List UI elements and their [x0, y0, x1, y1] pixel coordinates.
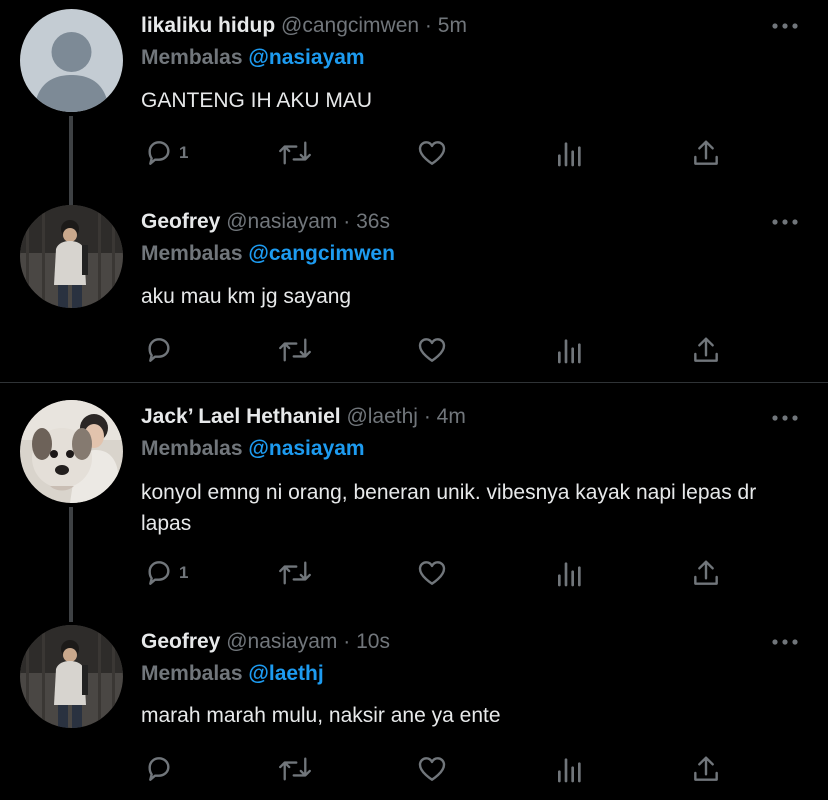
like-button[interactable]	[416, 334, 448, 366]
analytics-icon	[558, 758, 581, 783]
display-name[interactable]: Geofrey	[141, 210, 220, 233]
analytics-icon	[558, 142, 581, 167]
display-name[interactable]: Geofrey	[141, 630, 220, 653]
separator: ·	[423, 405, 431, 428]
share-button[interactable]	[690, 557, 722, 589]
heart-icon	[418, 757, 446, 781]
tweet-header: Geofrey @nasiayam · 36s	[141, 207, 390, 237]
separator: ·	[343, 630, 351, 653]
reply-count: 1	[179, 143, 189, 162]
replying-to: Membalas @nasiayam	[141, 434, 365, 464]
timestamp[interactable]: 10s	[356, 630, 390, 653]
tweet[interactable]: Jack’ Lael Hethaniel @laethj · 4m Membal…	[0, 383, 828, 620]
like-button[interactable]	[416, 557, 448, 589]
analytics-button[interactable]	[554, 557, 586, 589]
share-icon	[694, 560, 718, 585]
like-button[interactable]	[416, 753, 448, 785]
handle[interactable]: @cangcimwen	[281, 14, 419, 37]
reply-button[interactable]: 1	[143, 557, 188, 589]
tweet[interactable]: Geofrey @nasiayam · 36s Membalas @cangci…	[0, 200, 828, 382]
heart-icon	[418, 561, 446, 585]
display-name[interactable]: Jack’ Lael Hethaniel	[141, 405, 341, 428]
display-name[interactable]: likaliku hidup	[141, 14, 275, 37]
analytics-icon	[558, 339, 581, 364]
share-button[interactable]	[690, 753, 722, 785]
replying-to: Membalas @laethj	[141, 659, 324, 689]
reply-button[interactable]	[143, 753, 179, 785]
tweet-header: likaliku hidup @cangcimwen · 5m	[141, 11, 467, 41]
reply-mention[interactable]: @nasiayam	[248, 437, 364, 460]
separator: ·	[424, 14, 432, 37]
photo-avatar-dog-icon	[20, 400, 123, 503]
analytics-icon	[558, 562, 581, 587]
more-icon[interactable]	[770, 410, 800, 426]
reply-mention[interactable]: @laethj	[248, 662, 323, 685]
separator: ·	[343, 210, 351, 233]
analytics-button[interactable]	[554, 334, 586, 366]
analytics-button[interactable]	[554, 137, 586, 169]
photo-avatar-icon	[20, 625, 123, 728]
retweet-button[interactable]	[277, 137, 313, 169]
tweet[interactable]: likaliku hidup @cangcimwen · 5m Membalas…	[0, 0, 828, 200]
avatar[interactable]	[20, 205, 123, 308]
reply-icon	[148, 757, 170, 781]
tweet[interactable]: Geofrey @nasiayam · 10s Membalas @laethj…	[0, 620, 828, 800]
reply-prefix: Membalas	[141, 437, 243, 460]
reply-prefix: Membalas	[141, 242, 243, 265]
reply-button[interactable]: 1	[143, 137, 188, 169]
handle[interactable]: @nasiayam	[226, 630, 337, 653]
tweet-text: konyol emng ni orang, beneran unik. vibe…	[141, 481, 757, 535]
retweet-icon	[279, 141, 311, 165]
more-icon[interactable]	[770, 18, 800, 34]
reply-button[interactable]	[143, 334, 179, 366]
reply-mention[interactable]: @nasiayam	[248, 46, 364, 69]
handle[interactable]: @laethj	[346, 405, 418, 428]
retweet-icon	[279, 757, 311, 781]
more-icon[interactable]	[770, 214, 800, 230]
tweet-text: GANTENG IH AKU MAU	[141, 89, 373, 112]
avatar[interactable]	[20, 625, 123, 728]
reply-icon	[148, 338, 170, 362]
handle[interactable]: @nasiayam	[226, 210, 337, 233]
photo-avatar-icon	[20, 205, 123, 308]
tweet-text: aku mau km jg sayang	[141, 285, 352, 308]
like-button[interactable]	[416, 137, 448, 169]
tweet-header: Geofrey @nasiayam · 10s	[141, 627, 390, 657]
reply-prefix: Membalas	[141, 662, 243, 685]
timestamp[interactable]: 5m	[438, 14, 467, 37]
retweet-icon	[279, 338, 311, 362]
reply-icon	[148, 561, 170, 585]
retweet-icon	[279, 561, 311, 585]
replying-to: Membalas @nasiayam	[141, 43, 365, 73]
reply-mention[interactable]: @cangcimwen	[248, 242, 395, 265]
timestamp[interactable]: 36s	[356, 210, 390, 233]
retweet-button[interactable]	[277, 753, 313, 785]
reply-icon	[148, 141, 170, 165]
timestamp[interactable]: 4m	[437, 405, 466, 428]
tweet-text: marah marah mulu, naksir ane ya ente	[141, 704, 501, 727]
replying-to: Membalas @cangcimwen	[141, 239, 395, 269]
share-icon	[694, 756, 718, 781]
analytics-button[interactable]	[554, 753, 586, 785]
reply-prefix: Membalas	[141, 46, 243, 69]
share-icon	[694, 337, 718, 362]
avatar[interactable]	[20, 400, 123, 503]
more-icon[interactable]	[770, 634, 800, 650]
heart-icon	[418, 141, 446, 165]
share-icon	[694, 140, 718, 165]
heart-icon	[418, 338, 446, 362]
retweet-button[interactable]	[277, 334, 313, 366]
default-avatar-icon	[20, 9, 123, 112]
retweet-button[interactable]	[277, 557, 313, 589]
tweet-header: Jack’ Lael Hethaniel @laethj · 4m	[141, 402, 466, 432]
share-button[interactable]	[690, 137, 722, 169]
reply-count: 1	[179, 563, 189, 582]
share-button[interactable]	[690, 334, 722, 366]
avatar[interactable]	[20, 9, 123, 112]
